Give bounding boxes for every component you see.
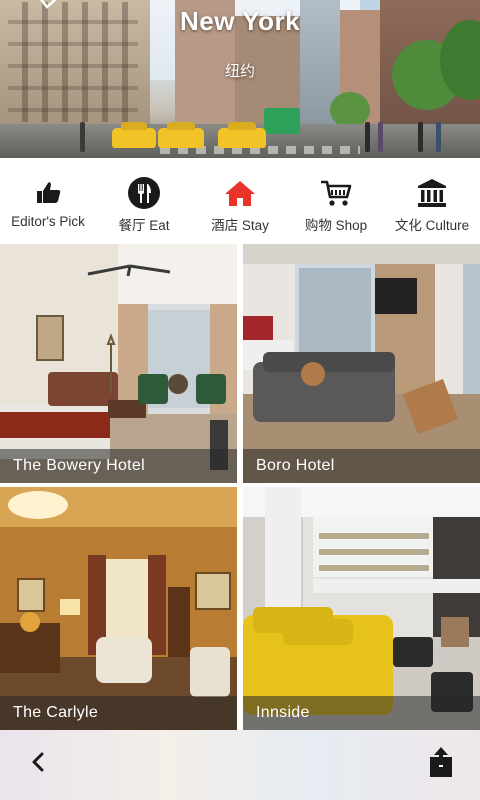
hotel-card[interactable]: The Carlyle (0, 487, 237, 730)
hotel-photo (0, 244, 237, 483)
category-label: 文化 Culture (394, 218, 470, 233)
pedestrian (436, 122, 441, 152)
category-label: 购物 Shop (304, 218, 368, 233)
thumbs-up-icon (28, 176, 68, 210)
hotel-card[interactable]: Innside (243, 487, 480, 730)
share-button[interactable] (426, 745, 456, 779)
house-icon (220, 176, 260, 210)
hotel-grid: The Bowery Hotel Boro Hotel The Carlyle … (0, 244, 480, 730)
category-culture[interactable]: 文化 Culture (384, 158, 480, 244)
category-label: Editor's Pick (11, 214, 85, 229)
bottom-toolbar (0, 730, 480, 800)
chevron-left-icon (32, 752, 44, 772)
back-button[interactable] (24, 748, 52, 776)
shopping-cart-icon (316, 176, 356, 210)
hotel-photo (243, 244, 480, 483)
hotel-photo (0, 487, 237, 730)
taxi (158, 122, 204, 148)
category-nav: Editor's Pick 餐厅 Eat 酒店 Stay 购物 Shop 文化 … (0, 158, 480, 244)
category-editors-pick[interactable]: Editor's Pick (0, 158, 96, 244)
pedestrian (365, 122, 370, 152)
taxi (112, 122, 156, 148)
hotel-card[interactable]: The Bowery Hotel (0, 244, 237, 483)
hotel-photo (243, 487, 480, 730)
bus (264, 108, 300, 134)
hotel-name: The Bowery Hotel (0, 449, 237, 483)
hotel-name: Innside (243, 696, 480, 730)
page-subtitle: 纽约 (224, 63, 255, 80)
category-label: 酒店 Stay (211, 218, 269, 233)
pedestrian (80, 122, 85, 152)
category-stay[interactable]: 酒店 Stay (192, 158, 288, 244)
page-title: New York (179, 6, 301, 36)
category-shop[interactable]: 购物 Shop (288, 158, 384, 244)
hotel-name: Boro Hotel (243, 449, 480, 483)
hotel-card[interactable]: Boro Hotel (243, 244, 480, 483)
taxi (218, 122, 266, 148)
share-icon (430, 747, 452, 777)
fork-knife-icon (124, 176, 164, 210)
pedestrian (418, 122, 423, 152)
category-eat[interactable]: 餐厅 Eat (96, 158, 192, 244)
museum-icon (412, 176, 452, 210)
category-label: 餐厅 Eat (118, 218, 170, 233)
tree (330, 92, 370, 128)
header-hero-image: New York 纽约 (0, 0, 480, 158)
hotel-name: The Carlyle (0, 696, 237, 730)
pedestrian (378, 122, 383, 152)
